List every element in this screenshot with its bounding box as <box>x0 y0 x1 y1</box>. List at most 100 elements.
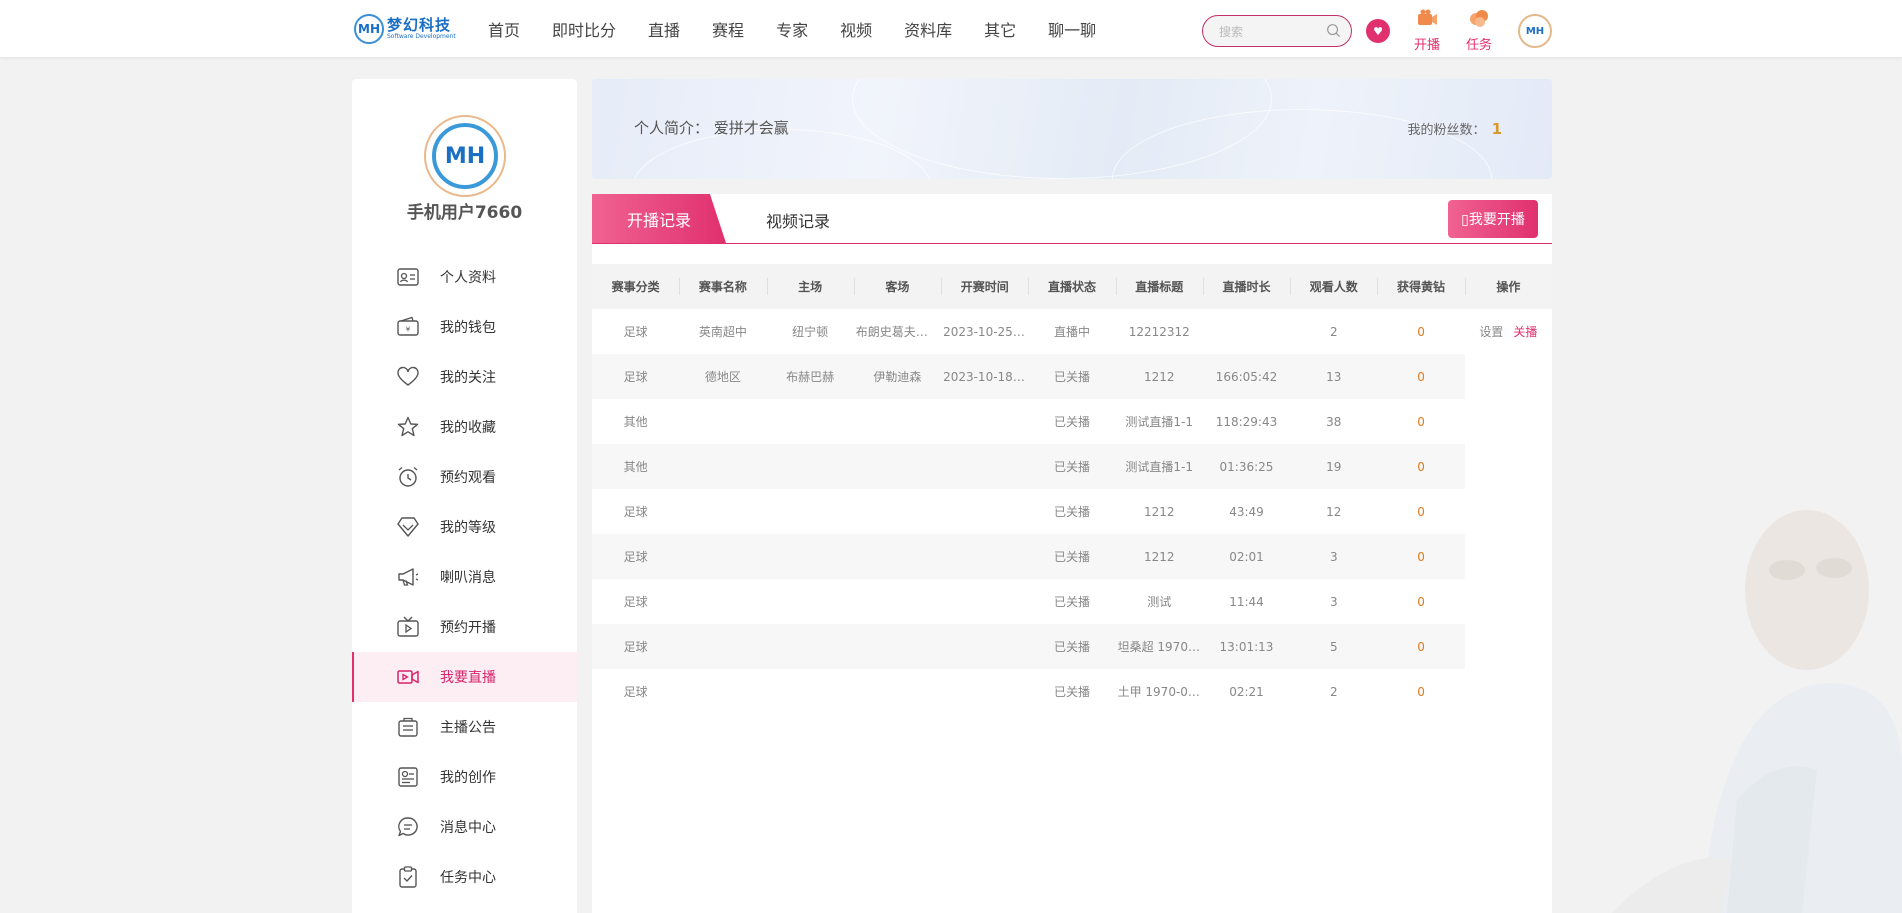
table-cell <box>679 399 766 444</box>
table-cell: 38 <box>1326 414 1342 429</box>
nav-chat[interactable]: 聊一聊 <box>1048 17 1096 41</box>
nav-schedule[interactable]: 赛程 <box>712 17 744 41</box>
table-cell: 0 <box>1377 444 1465 489</box>
tv-icon <box>397 616 419 637</box>
search-icon[interactable] <box>1326 23 1341 38</box>
table-cell: 足球 <box>623 325 648 339</box>
notice-board-icon <box>398 717 418 737</box>
table-cell: 02:01 <box>1202 534 1291 579</box>
table-cell <box>941 624 1029 669</box>
column-header: 开赛时间 <box>941 264 1029 309</box>
background-player-illustration <box>1612 510 1902 913</box>
table-cell: 01:36:25 <box>1202 444 1291 489</box>
table-cell: 其他 <box>592 444 680 489</box>
sidebar-item-task-center[interactable]: 任务中心 <box>352 852 577 902</box>
heart-icon <box>397 366 419 386</box>
table-cell: 土甲 1970-01... <box>1117 685 1203 699</box>
table-cell <box>766 444 854 489</box>
site-logo[interactable]: MH 梦幻科技 Software Development <box>354 14 456 44</box>
row-actions <box>1464 444 1552 489</box>
sidebar-item-label: 我的收藏 <box>440 420 496 436</box>
nav-other[interactable]: 其它 <box>984 17 1016 41</box>
sidebar-item-go-live[interactable]: 我要直播 <box>352 652 577 702</box>
sidebar-item-label: 个人资料 <box>440 270 496 286</box>
sidebar-item-creation[interactable]: 我的创作 <box>352 752 577 802</box>
settings-link[interactable]: 设置 <box>1479 325 1503 339</box>
go-live-button[interactable]: ▯我要开播 <box>1448 200 1538 238</box>
row-actions <box>1465 489 1552 534</box>
nav-database[interactable]: 资料库 <box>904 17 952 41</box>
table-cell <box>679 669 766 714</box>
column-header: 直播状态 <box>1028 264 1116 309</box>
table-cell <box>767 579 854 624</box>
sidebar-item-label: 我的钱包 <box>440 320 496 336</box>
nav-video[interactable]: 视频 <box>840 17 872 41</box>
table-cell <box>941 489 1028 534</box>
sidebar-item-reserve-live[interactable]: 预约开播 <box>352 602 577 652</box>
table-cell: 布赫巴赫 <box>766 354 854 399</box>
tab-video-records[interactable]: 视频记录 <box>766 208 830 232</box>
nav-home[interactable]: 首页 <box>488 17 520 41</box>
table-cell: 118:29:43 <box>1215 414 1278 429</box>
table-cell <box>679 579 766 624</box>
sidebar-item-reserve-watch[interactable]: 预约观看 <box>352 452 577 502</box>
table-cell: 伊勒迪森 <box>853 354 942 399</box>
sidebar-item-horn-messages[interactable]: 喇叭消息 <box>352 552 577 602</box>
table-cell: 已关播 <box>1053 685 1090 699</box>
table-cell <box>941 399 1028 444</box>
gift-badge-icon[interactable]: ♥ <box>1366 19 1390 43</box>
table-cell: 2023-10-25 0... <box>943 324 1029 339</box>
table-row: 其他 已关播 测试直播1-1 01:36:25 19 0 <box>592 444 1552 489</box>
profile-avatar-logo: MH <box>432 123 498 189</box>
user-avatar[interactable]: MH <box>1518 14 1552 48</box>
table-body: 足球 英南超中 纽宁顿 布朗史葛夫竞技 2023-10-25 0... 直播中 122123… <box>592 309 1552 714</box>
task-button[interactable]: 任务 <box>1459 8 1499 53</box>
row-actions <box>1465 579 1552 624</box>
profile-avatar[interactable]: MH <box>424 115 506 197</box>
profile-username: 手机用户7660 <box>406 203 523 223</box>
table-cell <box>679 489 766 534</box>
sidebar-item-favorites[interactable]: 我的收藏 <box>352 402 577 452</box>
sidebar-item-label: 喇叭消息 <box>440 570 496 586</box>
table-cell: 0 <box>1417 414 1425 429</box>
table-cell <box>854 579 941 624</box>
table-cell: 13:01:13 <box>1202 624 1291 669</box>
table-cell: 其他 <box>623 415 648 429</box>
sidebar-item-wallet[interactable]: ¥ 我的钱包 <box>352 302 577 352</box>
star-icon <box>397 416 419 437</box>
table-cell: 3 <box>1290 534 1378 579</box>
table-cell <box>1203 309 1290 354</box>
table-cell <box>679 624 767 669</box>
table-cell: 已关播 <box>1028 624 1116 669</box>
id-card-icon <box>397 268 419 286</box>
sidebar-item-message-center[interactable]: 消息中心 <box>352 802 577 852</box>
live-records-table: 赛事分类 赛事名称 主场 客场 开赛时间 直播状态 直播标题 直播时长 观看人数… <box>592 264 1552 714</box>
start-live-button[interactable]: 开播 <box>1407 8 1447 53</box>
profile-intro: 个人简介： 爱拼才会赢 <box>634 119 789 137</box>
nav-live[interactable]: 直播 <box>648 17 680 41</box>
fans-count: 我的粉丝数： 1 <box>1408 119 1502 138</box>
table-cell <box>941 669 1028 714</box>
search-input[interactable]: 搜索 <box>1202 15 1352 47</box>
table-cell: 英南超中 <box>698 325 747 339</box>
table-cell: 5 <box>1290 624 1378 669</box>
table-cell: 0 <box>1417 684 1425 699</box>
chat-bubble-icon <box>398 817 418 837</box>
table-cell <box>766 534 854 579</box>
sidebar-item-anchor-notice[interactable]: 主播公告 <box>352 702 577 752</box>
tab-live-records[interactable]: 开播记录 <box>592 194 726 243</box>
sidebar-item-follow[interactable]: 我的关注 <box>352 352 577 402</box>
column-header: 赛事名称 <box>679 264 767 309</box>
logo-subtitle: Software Development <box>387 33 456 40</box>
sidebar-item-profile[interactable]: 个人资料 <box>352 252 577 302</box>
row-actions <box>1465 669 1552 714</box>
nav-live-score[interactable]: 即时比分 <box>552 17 616 41</box>
table-cell: 0 <box>1417 504 1425 519</box>
camera-icon <box>1418 9 1437 25</box>
sidebar-item-level[interactable]: 我的等级 <box>352 502 577 552</box>
svg-text:¥: ¥ <box>406 326 411 334</box>
table-cell <box>941 579 1028 624</box>
nav-experts[interactable]: 专家 <box>776 17 808 41</box>
close-live-link[interactable]: 关播 <box>1513 325 1537 339</box>
table-row: 足球 已关播 测试 11:44 3 0 <box>592 579 1552 624</box>
